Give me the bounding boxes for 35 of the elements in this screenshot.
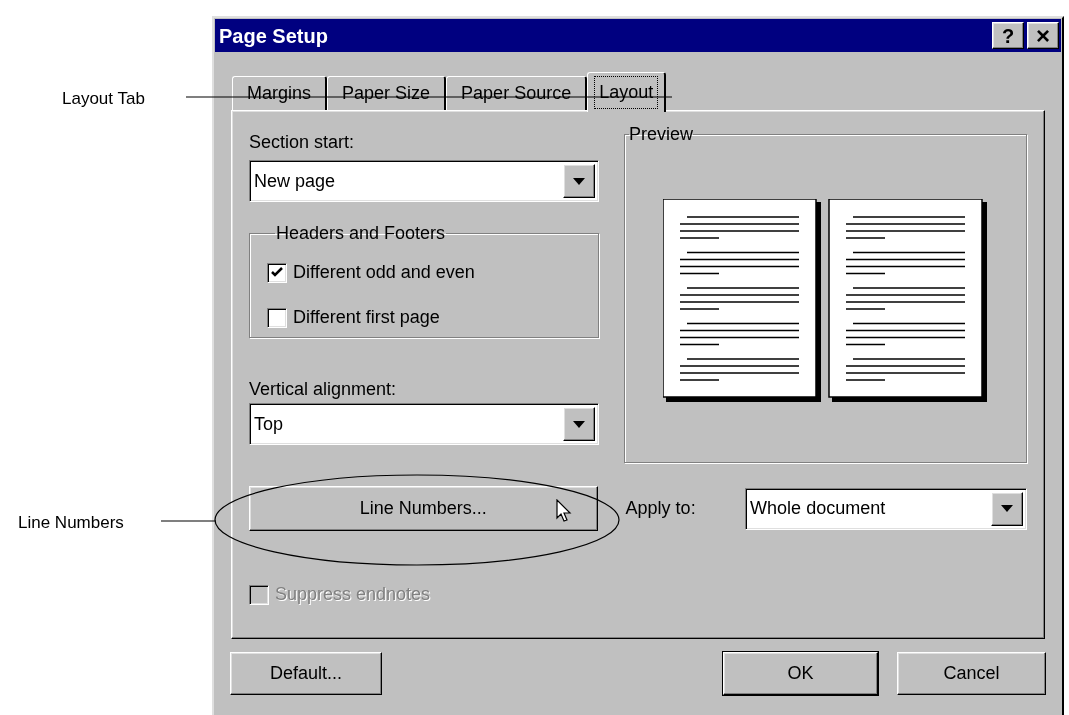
dropdown-arrow-icon (573, 420, 585, 428)
line-numbers-button[interactable]: Line Numbers... (249, 486, 598, 531)
apply-to-label: Apply to: (625, 497, 697, 520)
apply-to-dropdown[interactable]: Whole document (745, 487, 1027, 530)
tab[interactable]: Paper Source (446, 76, 588, 110)
window-title: Page Setup (219, 23, 329, 49)
dropdown-button[interactable] (563, 164, 595, 198)
checkbox-label: Different odd and even (293, 261, 475, 284)
checkmark-icon (271, 267, 283, 278)
dialog-button[interactable]: OK (723, 652, 878, 695)
section-start-dropdown[interactable]: New page (249, 160, 599, 202)
group-title: Headers and Footers (275, 222, 447, 245)
dropdown-arrow-icon (1001, 505, 1013, 512)
tab[interactable]: Layout (587, 72, 667, 112)
dropdown-button[interactable] (991, 491, 1023, 526)
dropdown-button[interactable] (563, 407, 595, 441)
callout-label: Line Numbers (18, 512, 124, 534)
vertical-alignment-dropdown[interactable]: Top (249, 403, 599, 445)
mouse-pointer-icon (556, 499, 572, 523)
dialog-button[interactable]: Cancel (897, 652, 1046, 695)
help-button[interactable]: ? (992, 22, 1024, 49)
group-title: Preview (629, 123, 694, 146)
tab[interactable]: Margins (232, 76, 328, 110)
checkbox[interactable] (267, 307, 287, 328)
section-start-label: Section start: (249, 131, 356, 153)
checkbox-label: Different first page (293, 306, 440, 329)
dropdown-arrow-icon (573, 177, 585, 185)
callout-label: Layout Tab (62, 88, 145, 110)
close-button[interactable]: × (1027, 22, 1059, 49)
vertical-alignment-label: Vertical alignment: (249, 378, 398, 400)
leader-line (161, 520, 216, 522)
checkbox[interactable] (267, 262, 287, 283)
tab[interactable]: Paper Size (327, 76, 447, 110)
dialog-button[interactable]: Default... (230, 652, 382, 695)
checkbox-label: Suppress endnotes (275, 583, 431, 606)
